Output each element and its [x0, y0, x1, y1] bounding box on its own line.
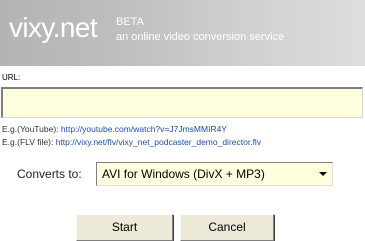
example-flv: E.g.(FLV file): http://vixy.net/flv/vixy…: [2, 138, 261, 147]
format-select-value: AVI for Windows (DivX + MP3): [102, 167, 265, 181]
example-flv-link[interactable]: http://vixy.net/flv/vixy_net_podcaster_d…: [56, 137, 261, 147]
tagline: an online video conversion service: [116, 31, 285, 43]
url-label: URL:: [2, 73, 21, 82]
example-youtube-label: E.g.(YouTube):: [2, 124, 61, 134]
url-input[interactable]: [1, 87, 363, 118]
chevron-down-icon[interactable]: [319, 172, 327, 176]
cancel-button[interactable]: Cancel: [180, 214, 274, 241]
page: vixy.net BETA an online video conversion…: [0, 0, 365, 241]
beta-badge: BETA: [116, 16, 144, 28]
header-banner: vixy.net BETA an online video conversion…: [0, 0, 365, 66]
start-button[interactable]: Start: [76, 214, 173, 241]
example-flv-label: E.g.(FLV file):: [2, 137, 56, 147]
example-youtube: E.g.(YouTube): http://youtube.com/watch?…: [2, 125, 227, 134]
converts-to-label: Converts to:: [17, 167, 82, 181]
logo: vixy.net: [9, 12, 98, 43]
format-select[interactable]: AVI for Windows (DivX + MP3): [96, 162, 333, 186]
example-youtube-link[interactable]: http://youtube.com/watch?v=J7JmsMMIR4Y: [61, 124, 227, 134]
